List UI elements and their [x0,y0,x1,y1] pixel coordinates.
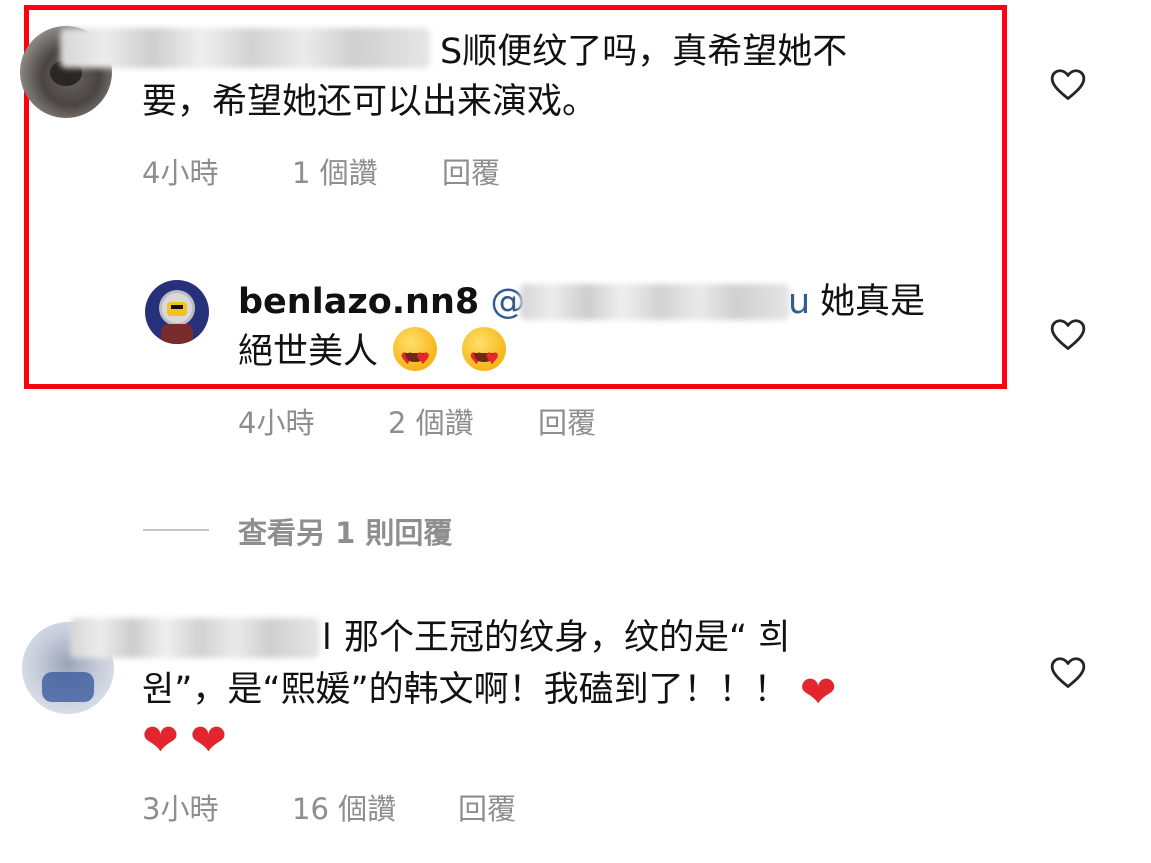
timestamp: 3小時 [142,792,219,826]
like-count[interactable]: 16 個讚 [292,786,396,828]
heart-outline-icon[interactable] [1049,654,1087,692]
blurred-mention [520,284,790,320]
blurred-username [70,618,320,658]
comment-text-line: benlazo.nn8 @ [238,276,525,328]
comment-meta: 3小時 16 個讚 回覆 [142,786,622,826]
timestamp: 4小時 [238,406,315,440]
mention-suffix[interactable]: u [788,276,810,328]
like-count[interactable]: 1 個讚 [292,150,378,192]
red-heart-emoji: ❤ [190,715,227,766]
heart-eyes-emoji [462,327,507,385]
comment-meta: 4小時 1 個讚 回覆 [142,150,602,190]
comment-text-line: 要，希望她还可以出来演戏。 [142,82,598,122]
heart-eyes-emoji [393,327,438,385]
username[interactable]: benlazo.nn8 [238,282,479,322]
like-count[interactable]: 2 個讚 [388,400,474,442]
timestamp: 4小時 [142,156,219,190]
comment-text-line: 絕世美人 [238,326,520,385]
comment-text-line: 那个王冠的纹身，纹的是“ 희 [344,618,791,658]
heart-outline-icon[interactable] [1049,316,1087,354]
comment-text-line: 원”，是“熙媛”的韩文啊！我磕到了！！！ ❤ [142,667,837,718]
reply-button[interactable]: 回覆 [442,150,500,192]
reply-button[interactable]: 回覆 [538,400,596,442]
comment-text-line: 她真是 [820,282,926,322]
comment-meta: 4小時 2 個讚 回覆 [238,400,638,440]
avatar[interactable] [145,280,209,344]
red-heart-emoji: ❤ [799,667,837,718]
comment-emoji-line: ❤ ❤ [142,712,227,767]
comment-text-prefix: l [322,618,332,658]
red-heart-emoji: ❤ [142,715,179,766]
divider-line [143,529,209,531]
comment-text-line: S顺便纹了吗，真希望她不 [440,32,848,72]
reply-button[interactable]: 回覆 [458,786,516,828]
blurred-username [60,28,430,68]
view-more-replies-label[interactable]: 查看另 1 則回覆 [238,510,452,552]
heart-outline-icon[interactable] [1049,66,1087,104]
